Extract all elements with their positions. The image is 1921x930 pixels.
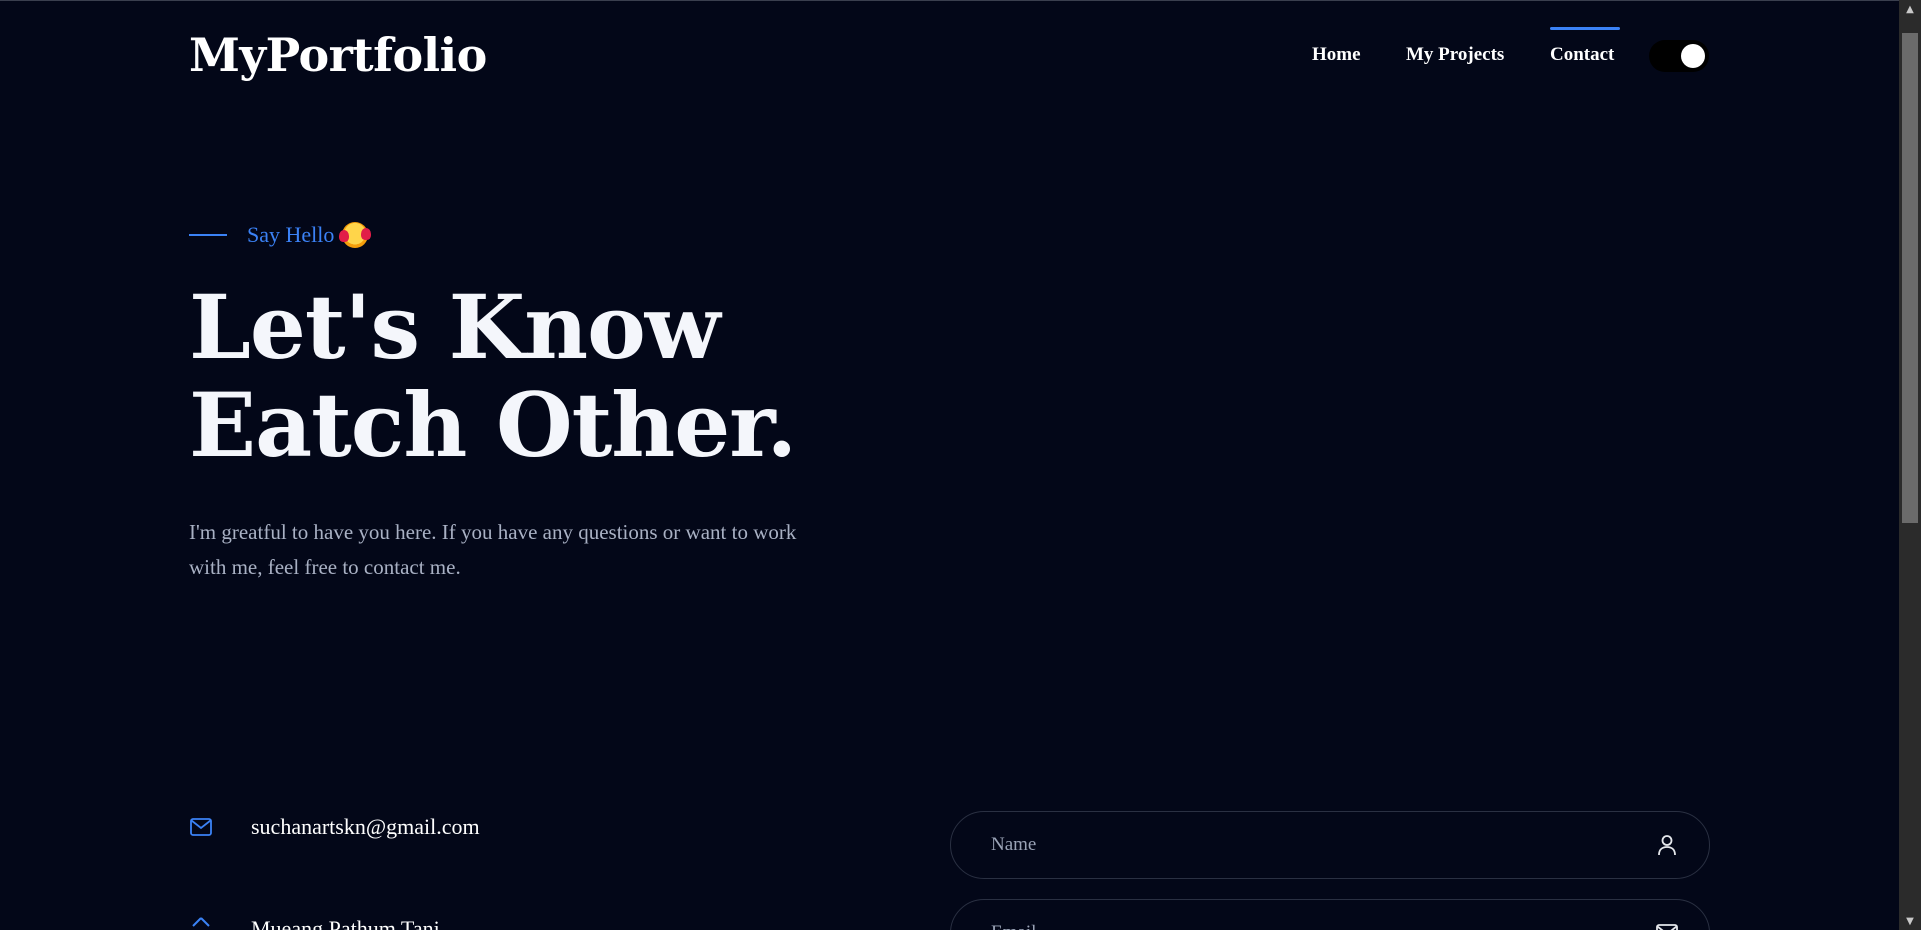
contact-address-row: Mueang Pathum Tani	[189, 916, 440, 930]
contact-email-row: suchanartskn@gmail.com	[189, 814, 480, 840]
page-scrollbar[interactable]: ▲ ▼	[1899, 0, 1921, 930]
mail-icon	[1655, 921, 1679, 930]
headline-line-2: Eatch Other.	[189, 373, 797, 477]
mail-icon	[189, 815, 213, 839]
contact-email[interactable]: suchanartskn@gmail.com	[251, 814, 480, 840]
scrollbar-thumb[interactable]	[1902, 33, 1918, 523]
site-logo[interactable]: MyPortfolio	[189, 28, 487, 82]
theme-toggle-knob	[1681, 44, 1705, 68]
nav-home-link[interactable]: Home	[1312, 44, 1361, 66]
scroll-down-arrow-icon[interactable]: ▼	[1899, 912, 1921, 930]
name-field-wrapper	[950, 811, 1710, 879]
nav-contact-link[interactable]: Contact	[1550, 44, 1614, 66]
nav-active-indicator	[1550, 27, 1620, 30]
intro-paragraph: I'm greatful to have you here. If you ha…	[189, 520, 797, 579]
nav-projects-link[interactable]: My Projects	[1406, 44, 1504, 66]
theme-toggle[interactable]	[1649, 40, 1709, 72]
eyebrow-line	[189, 234, 227, 236]
page: MyPortfolio Home My Projects Contact Say…	[0, 0, 1899, 930]
email-input[interactable]	[951, 900, 1655, 930]
user-icon	[1655, 833, 1679, 857]
scroll-up-arrow-icon[interactable]: ▲	[1899, 0, 1921, 18]
say-hello-eyebrow: Say Hello	[189, 222, 372, 248]
name-input[interactable]	[951, 812, 1655, 878]
location-icon	[189, 917, 213, 930]
eyebrow-text: Say Hello	[247, 222, 335, 247]
smiling-face-with-hearts-icon	[339, 222, 372, 248]
contact-address: Mueang Pathum Tani	[251, 916, 440, 930]
email-field-wrapper	[950, 899, 1710, 930]
headline-line-1: Let's Know	[189, 275, 721, 379]
page-title: Let's Know Eatch Other.	[189, 278, 889, 474]
